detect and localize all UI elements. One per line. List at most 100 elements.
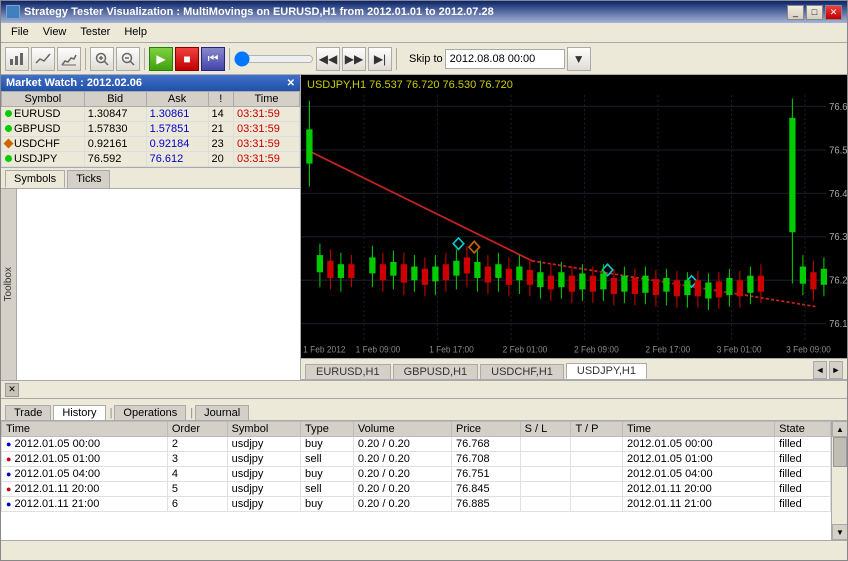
toolbox-content [17, 189, 300, 380]
window-controls: _ □ ✕ [787, 5, 842, 20]
status-bar [1, 540, 847, 560]
td-volume: 0.20 / 0.20 [353, 437, 451, 452]
chart-canvas[interactable]: 76.650 76.540 76.430 76.320 76.210 76.10… [301, 95, 847, 358]
toolbar-play[interactable]: ▶ [149, 47, 173, 71]
market-watch-table: Symbol Bid Ask ! Time EURUSD 1.30847 1.3… [1, 91, 300, 167]
scroll-track [832, 437, 847, 524]
menu-bar: File View Tester Help [1, 23, 847, 43]
toolbar-indicator-btn[interactable] [31, 47, 55, 71]
chart-tab-usdchf[interactable]: USDCHF,H1 [480, 364, 564, 379]
td-state: filled [775, 437, 831, 452]
scroll-up-btn[interactable]: ▲ [832, 421, 847, 437]
th-volume: Volume [353, 422, 451, 437]
bottom-close-btn[interactable]: ✕ [5, 383, 19, 397]
tab-ticks[interactable]: Ticks [67, 170, 110, 188]
td-order: 6 [167, 497, 227, 512]
chart-tab-scroll: ◄ ► [813, 361, 843, 379]
speed-slider[interactable] [234, 51, 314, 67]
svg-text:2 Feb 09:00: 2 Feb 09:00 [574, 344, 619, 354]
menu-file[interactable]: File [5, 25, 35, 40]
mw-symbol: EURUSD [2, 107, 85, 122]
td-sl [520, 437, 571, 452]
chart-tab-usdjpy[interactable]: USDJPY,H1 [566, 363, 647, 379]
trade-table: Time Order Symbol Type Volume Price S / … [1, 421, 831, 540]
td-time: ● 2012.01.05 00:00 [2, 437, 168, 452]
toolbar-zoom-out[interactable] [116, 47, 140, 71]
toolbar-chart-btn[interactable] [5, 47, 29, 71]
toolbar-prev-frame[interactable]: ◀◀ [316, 47, 340, 71]
toolbar-stop[interactable]: ■ [175, 47, 199, 71]
th-time: Time [2, 422, 168, 437]
svg-text:76.210: 76.210 [829, 275, 847, 286]
tab-symbols[interactable]: Symbols [5, 170, 65, 188]
th-time2: Time [622, 422, 774, 437]
tab-separator: | [108, 406, 115, 420]
td-symbol: usdjpy [227, 467, 300, 482]
scroll-down-btn[interactable]: ▼ [832, 524, 847, 540]
menu-view[interactable]: View [37, 25, 73, 40]
menu-tester[interactable]: Tester [74, 25, 116, 40]
maximize-button[interactable]: □ [806, 5, 823, 20]
title-bar: Strategy Tester Visualization : MultiMov… [1, 1, 847, 23]
scroll-thumb[interactable] [833, 437, 847, 467]
td-price: 76.845 [451, 482, 520, 497]
toolbar-last-frame[interactable]: ▶| [368, 47, 392, 71]
chart-scroll-left[interactable]: ◄ [813, 361, 827, 379]
td-time: ● 2012.01.11 20:00 [2, 482, 168, 497]
mw-time: 03:31:59 [234, 137, 300, 152]
td-sl [520, 452, 571, 467]
toolbox-label: Toolbox [3, 267, 14, 301]
toolbox-handle[interactable]: Toolbox [1, 189, 17, 380]
mw-symbol: GBPUSD [2, 122, 85, 137]
th-tp: T / P [571, 422, 623, 437]
toolbar-rewind[interactable]: ⏮ [201, 47, 225, 71]
svg-text:76.430: 76.430 [829, 188, 847, 199]
td-time2: 2012.01.05 01:00 [622, 452, 774, 467]
symbols-tabs: Symbols Ticks [1, 168, 300, 189]
mw-bid: 76.592 [84, 152, 146, 167]
market-watch-close[interactable]: ✕ [287, 78, 295, 89]
td-symbol: usdjpy [227, 452, 300, 467]
chart-scroll-right[interactable]: ► [829, 361, 843, 379]
toolbar-chart2-btn[interactable] [57, 47, 81, 71]
toolbar-skip-dropdown[interactable]: ▼ [567, 47, 591, 71]
mw-excl: 20 [208, 152, 233, 167]
trade-row: ● 2012.01.11 21:00 6 usdjpy buy 0.20 / 0… [2, 497, 831, 512]
td-symbol: usdjpy [227, 497, 300, 512]
mw-time: 03:31:59 [234, 107, 300, 122]
app-icon [6, 5, 20, 19]
td-price: 76.768 [451, 437, 520, 452]
toolbar: ▶ ■ ⏮ ◀◀ ▶▶ ▶| Skip to ▼ [1, 43, 847, 75]
td-time: ● 2012.01.05 04:00 [2, 467, 168, 482]
skip-to-input[interactable] [445, 49, 565, 69]
td-volume: 0.20 / 0.20 [353, 482, 451, 497]
mw-ask: 1.57851 [146, 122, 208, 137]
td-time2: 2012.01.05 00:00 [622, 437, 774, 452]
svg-text:76.100: 76.100 [829, 319, 847, 330]
chart-tab-eurusd[interactable]: EURUSD,H1 [305, 364, 391, 379]
td-sl [520, 497, 571, 512]
main-area: Market Watch : 2012.02.06 ✕ Symbol Bid A… [1, 75, 847, 380]
chart-tab-gbpusd[interactable]: GBPUSD,H1 [393, 364, 479, 379]
svg-text:1 Feb 17:00: 1 Feb 17:00 [429, 344, 474, 354]
svg-text:3 Feb 09:00: 3 Feb 09:00 [786, 344, 831, 354]
td-type: buy [301, 437, 354, 452]
chart-area: USDJPY,H1 76.537 76.720 76.530 76.720 [301, 75, 847, 380]
close-button[interactable]: ✕ [825, 5, 842, 20]
toolbar-next-frame[interactable]: ▶▶ [342, 47, 366, 71]
bottom-tab-operations[interactable]: Operations [114, 405, 186, 420]
mw-excl: 21 [208, 122, 233, 137]
bottom-tab-trade[interactable]: Trade [5, 405, 51, 420]
market-watch-header: Market Watch : 2012.02.06 ✕ [1, 75, 300, 91]
td-type: buy [301, 467, 354, 482]
td-tp [571, 452, 623, 467]
menu-help[interactable]: Help [118, 25, 153, 40]
bottom-toolbar: ✕ [1, 381, 847, 399]
bottom-tab-history[interactable]: History [53, 405, 105, 420]
td-state: filled [775, 482, 831, 497]
bottom-tab-journal[interactable]: Journal [195, 405, 249, 420]
minimize-button[interactable]: _ [787, 5, 804, 20]
table-scrollbar[interactable]: ▲ ▼ [831, 421, 847, 540]
toolbar-zoom-in[interactable] [90, 47, 114, 71]
window-title: Strategy Tester Visualization : MultiMov… [24, 6, 494, 18]
